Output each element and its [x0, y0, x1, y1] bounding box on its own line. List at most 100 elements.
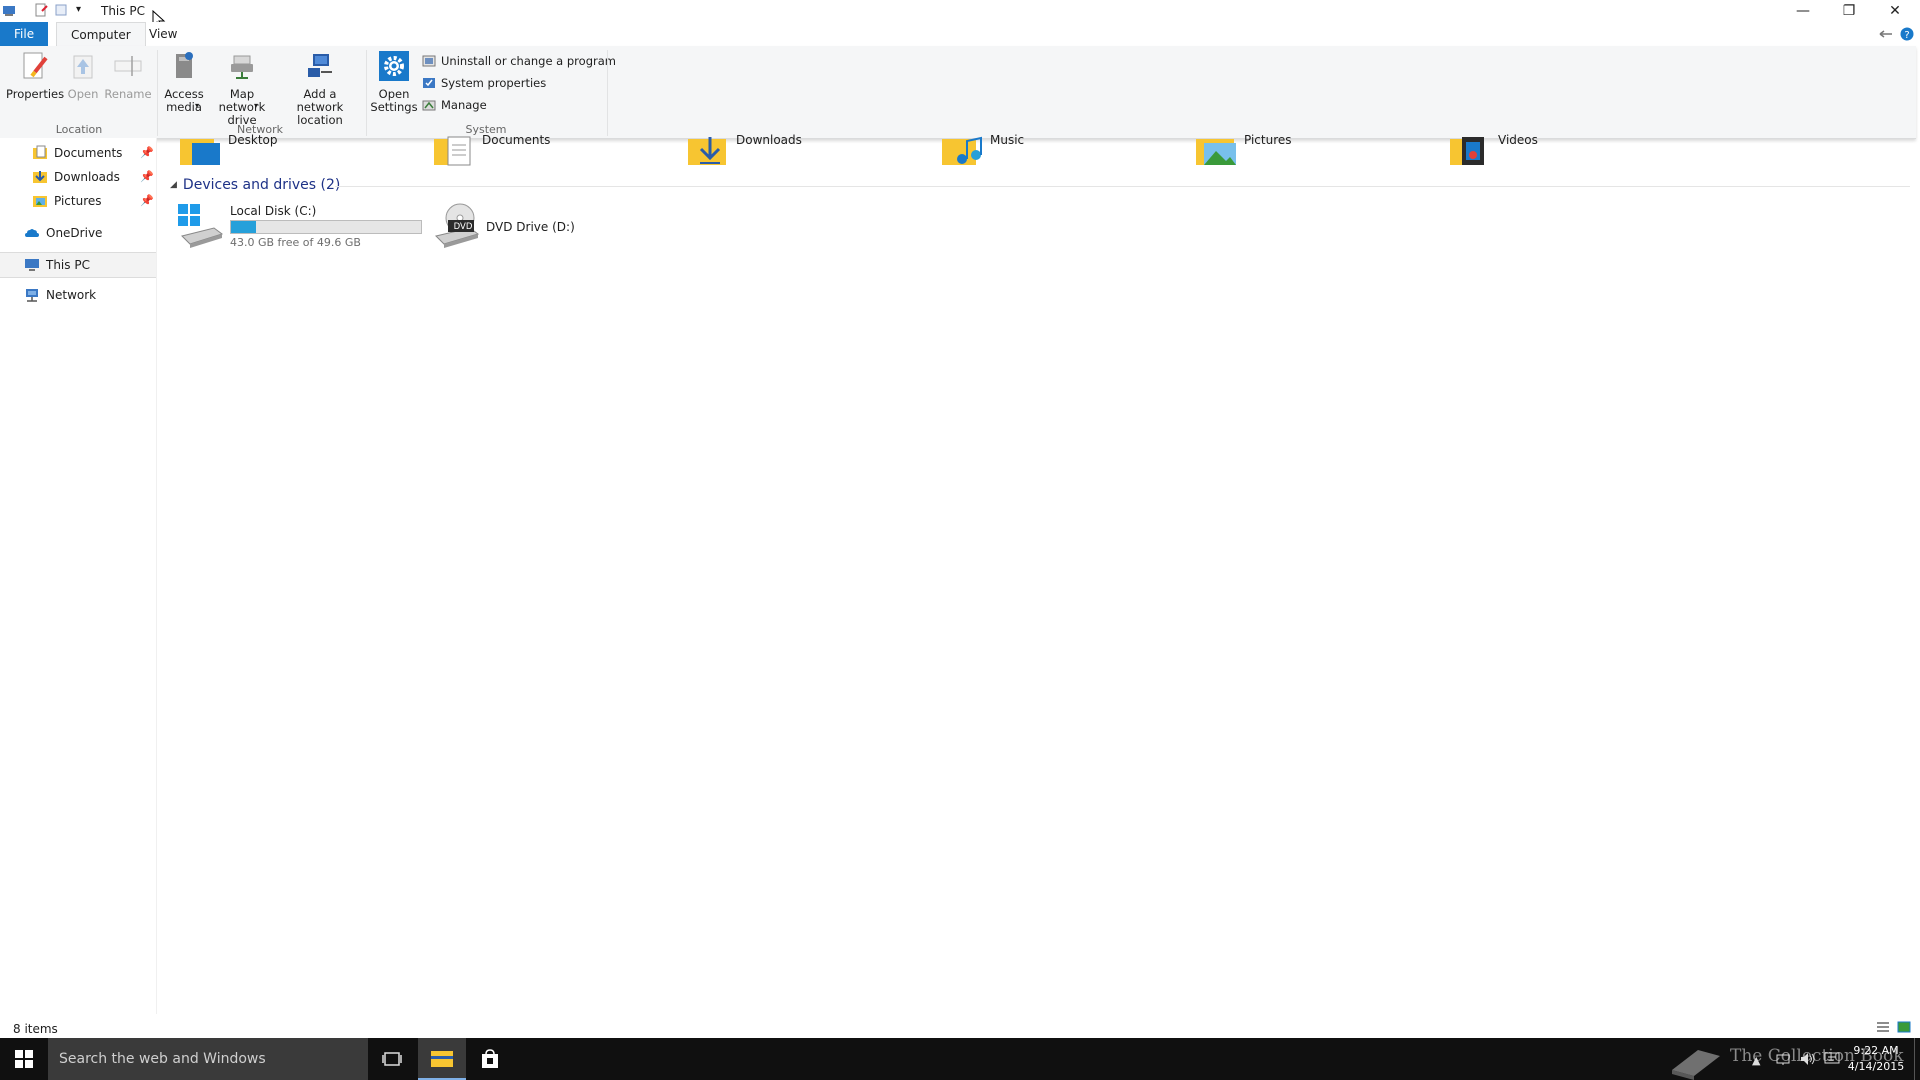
network-icon [26, 289, 38, 302]
access-media-icon [176, 52, 193, 78]
clock-time: 9:22 AM [1853, 1044, 1899, 1057]
collapse-triangle-icon[interactable]: ◢ [170, 180, 177, 190]
close-button[interactable]: ✕ [1872, 0, 1918, 22]
drive-local-disk-c[interactable]: Local Disk (C:) 43.0 GB free of 49.6 GB [176, 202, 426, 250]
taskbar-clock[interactable]: 9:22 AM 4/14/2015 [1846, 1043, 1906, 1075]
nav-item-documents[interactable]: Documents [32, 142, 122, 164]
access-media-button[interactable]: Access media [160, 50, 208, 114]
item-count: 8 items [13, 1022, 58, 1036]
documents-folder-icon [434, 136, 471, 166]
folder-music[interactable]: Music [942, 133, 1024, 167]
start-button[interactable] [0, 1038, 48, 1080]
navigation-pane: Documents 📌 Downloads 📌 Pictures 📌 OneDr… [0, 138, 157, 1014]
tab-computer[interactable]: Computer [56, 22, 146, 46]
minimize-ribbon-icon[interactable] [1878, 28, 1894, 40]
section-divider [335, 186, 1910, 187]
map-network-drive-button[interactable]: Map network drive [208, 50, 276, 127]
open-settings-button[interactable]: Open Settings [370, 50, 418, 114]
group-divider [607, 50, 608, 136]
drive-free-space: 43.0 GB free of 49.6 GB [230, 236, 361, 249]
desktop-folder-icon [180, 139, 220, 165]
folder-downloads[interactable]: Downloads [688, 133, 802, 167]
open-icon [73, 55, 93, 79]
pin-icon[interactable]: 📌 [140, 170, 154, 183]
properties-icon [23, 52, 48, 79]
clock-date: 4/14/2015 [1847, 1060, 1905, 1073]
taskbar-file-explorer[interactable] [418, 1038, 466, 1080]
location-group-label: Location [55, 123, 103, 136]
open-button[interactable]: Open [62, 50, 104, 101]
windows-logo-icon [15, 1050, 33, 1068]
properties-button[interactable]: Properties [6, 50, 64, 101]
onedrive-icon [25, 229, 39, 237]
svg-text:?: ? [1904, 30, 1909, 41]
manage-button[interactable]: Manage [422, 96, 487, 114]
folder-videos[interactable]: Videos [1450, 133, 1538, 167]
show-desktop-button[interactable] [1914, 1038, 1920, 1080]
customize-quick-access-icon[interactable]: ▾ [76, 4, 81, 15]
computer-icon [25, 259, 39, 271]
rename-button[interactable]: Rename [104, 50, 152, 101]
network-status-icon[interactable] [1776, 1052, 1790, 1066]
store-bag-icon [482, 1049, 498, 1068]
group-divider [366, 50, 367, 136]
help-icon[interactable]: ? [1900, 27, 1914, 41]
add-network-location-button[interactable]: Add a network location [280, 50, 360, 127]
volume-icon[interactable] [1800, 1052, 1816, 1066]
title-bar: ▾ This PC — ❐ ✕ [0, 0, 1920, 30]
local-disk-icon [178, 204, 224, 248]
large-icons-view-icon[interactable] [1897, 1020, 1911, 1034]
map-network-drive-icon [231, 55, 253, 79]
uninstall-program-button[interactable]: Uninstall or change a program [422, 52, 616, 70]
group-divider [157, 50, 158, 136]
drive-dvd-d[interactable]: DVD DVD Drive (D:) [432, 202, 612, 250]
nav-item-downloads[interactable]: Downloads [32, 166, 120, 188]
downloads-folder-icon [33, 171, 47, 183]
ribbon-panel: Properties Open Rename Location Access m… [0, 46, 1916, 139]
system-properties-icon [423, 78, 435, 88]
explorer-app-icon[interactable] [2, 3, 16, 17]
book-watermark-icon [1672, 1050, 1720, 1080]
pin-icon[interactable]: 📌 [140, 146, 154, 159]
documents-folder-icon [33, 145, 47, 159]
drive-name: DVD Drive (D:) [486, 220, 575, 234]
action-center-icon[interactable] [1824, 1052, 1840, 1066]
task-view-button[interactable] [368, 1038, 416, 1080]
pin-icon[interactable]: 📌 [140, 194, 154, 207]
taskbar-search-box[interactable]: Search the web and Windows [48, 1038, 368, 1080]
tab-view[interactable]: View [135, 22, 191, 46]
devices-section-header[interactable]: ◢ Devices and drives (2) [170, 176, 340, 194]
nav-item-network[interactable]: Network [24, 284, 96, 306]
nav-item-onedrive[interactable]: OneDrive [24, 222, 102, 244]
access-media-dropdown-icon[interactable]: ▾ [195, 101, 199, 110]
show-hidden-icons-icon[interactable]: ▲ [1752, 1054, 1760, 1067]
taskbar-store[interactable] [466, 1038, 514, 1080]
nav-item-pictures[interactable]: Pictures [32, 190, 102, 212]
music-folder-icon [942, 136, 982, 165]
pictures-folder-icon [33, 196, 47, 207]
dvd-badge: DVD [453, 222, 473, 232]
folder-desktop[interactable]: Desktop [180, 133, 278, 167]
system-properties-button[interactable]: System properties [422, 74, 546, 92]
downloads-folder-icon [688, 137, 726, 165]
window-title: This PC [101, 4, 145, 18]
drive-usage-bar [230, 220, 422, 234]
nav-item-this-pc[interactable]: This PC [0, 252, 156, 278]
videos-folder-icon [1450, 137, 1484, 165]
drive-usage-fill [231, 221, 257, 233]
tab-file[interactable]: File [0, 22, 49, 46]
add-network-location-icon [308, 54, 332, 77]
folder-pictures[interactable]: Pictures [1196, 133, 1292, 167]
pictures-folder-icon [1196, 139, 1236, 165]
properties-quick-icon[interactable] [34, 3, 48, 17]
minimize-button[interactable]: — [1780, 0, 1826, 22]
settings-gear-icon [379, 51, 409, 81]
manage-icon [422, 100, 436, 111]
map-network-drive-dropdown-icon[interactable]: ▾ [254, 101, 258, 110]
new-folder-quick-icon[interactable] [54, 3, 68, 17]
folder-documents[interactable]: Documents [434, 133, 550, 167]
drive-name: Local Disk (C:) [230, 204, 317, 218]
details-view-icon[interactable] [1876, 1020, 1890, 1034]
restore-button[interactable]: ❐ [1826, 0, 1872, 22]
status-bar: 8 items [0, 1014, 1920, 1036]
